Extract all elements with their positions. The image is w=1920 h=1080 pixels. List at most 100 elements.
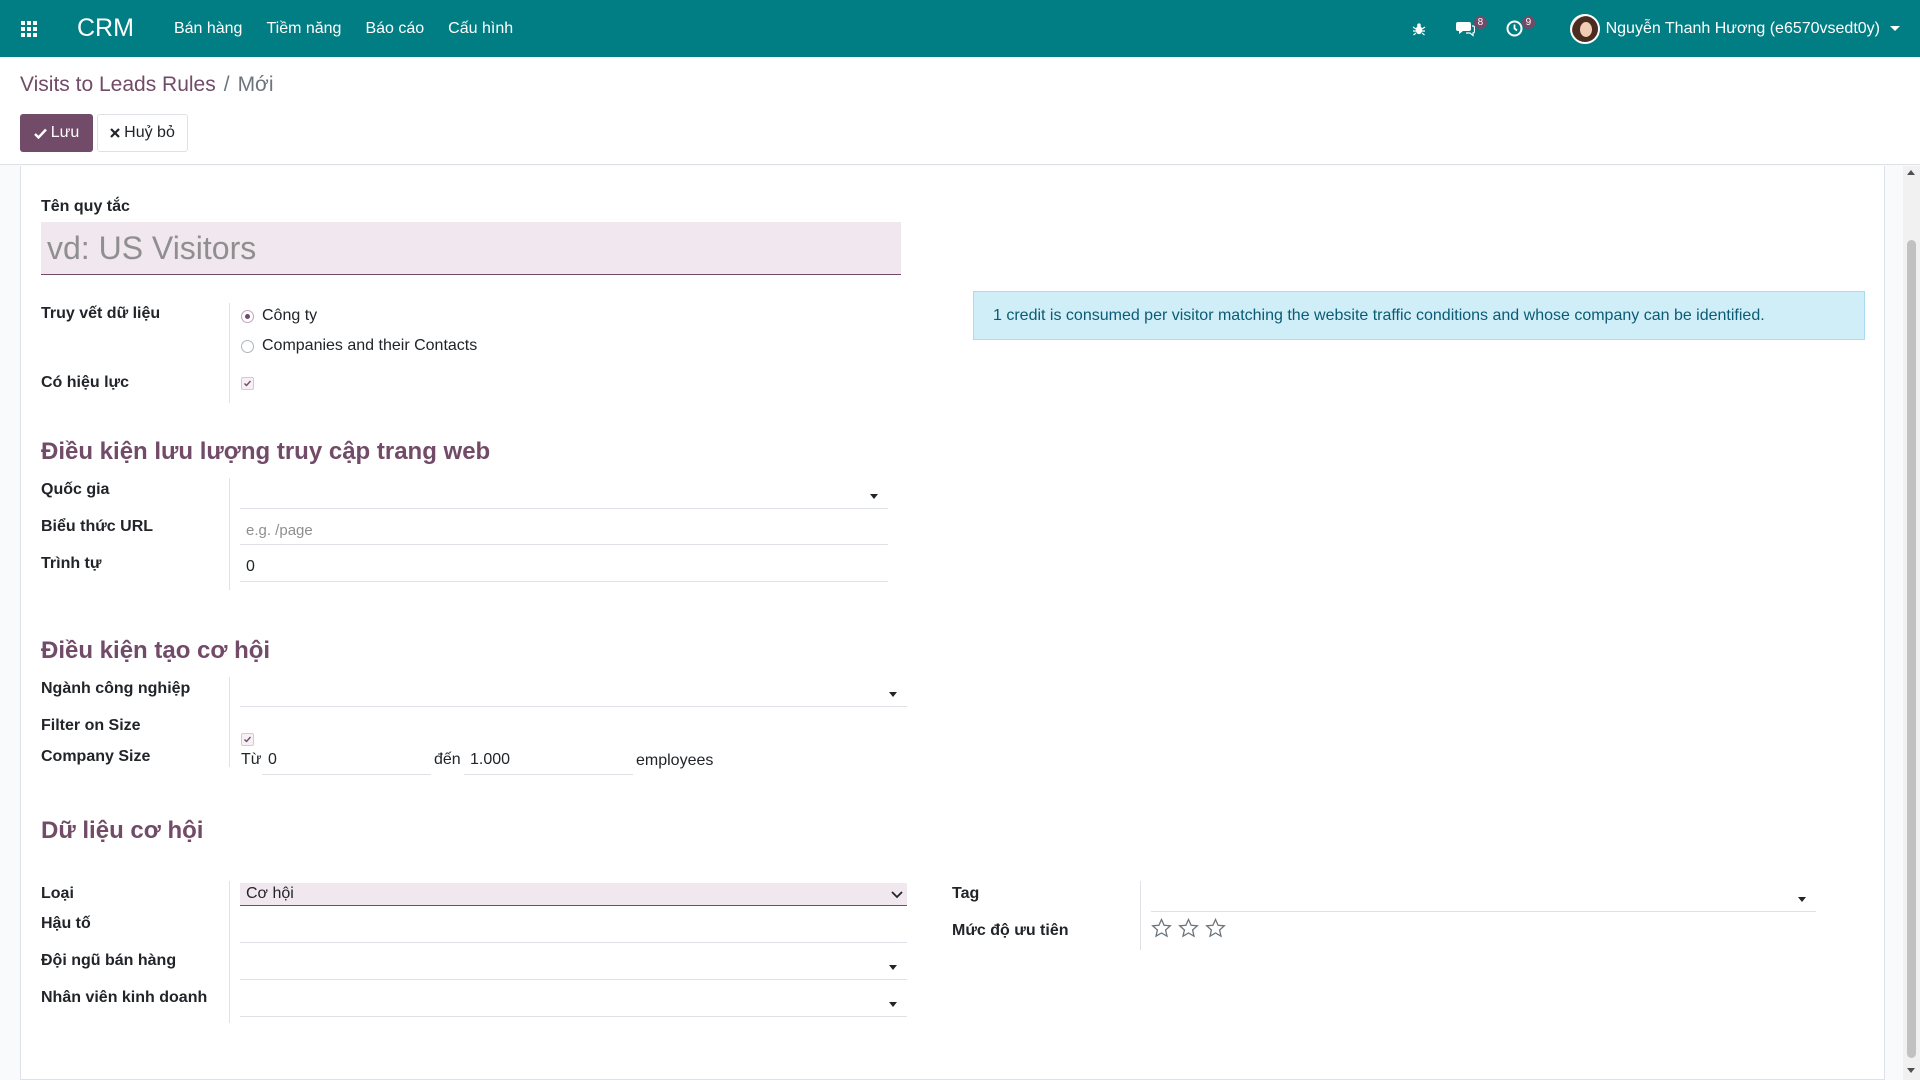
page-scrollbar[interactable] <box>1903 166 1920 1080</box>
industry-label: Ngành công nghiệp <box>41 680 191 697</box>
size-min-value: 0 <box>268 750 277 768</box>
chevron-down-icon <box>870 494 878 499</box>
messages-count-badge: 8 <box>1473 16 1488 29</box>
check-icon <box>244 736 252 743</box>
industry-select[interactable] <box>240 678 907 707</box>
size-to-label: đến <box>434 751 461 768</box>
sales-team-select[interactable] <box>240 950 907 980</box>
url-input[interactable]: e.g. /page <box>240 516 888 545</box>
apps-grid-icon <box>20 20 37 37</box>
filter-size-label: Filter on Size <box>41 717 141 734</box>
radio-option-company[interactable]: Công ty <box>241 307 317 325</box>
cancel-button-label: Huỷ bỏ <box>124 124 175 141</box>
check-icon <box>244 380 252 387</box>
type-label: Loại <box>41 885 74 902</box>
top-navbar: CRM Bán hàng Tiềm năng Báo cáo Cấu hình … <box>0 0 1920 57</box>
menu-cau-hinh[interactable]: Cấu hình <box>436 20 525 38</box>
label-divider <box>229 478 230 590</box>
size-max-value: 1.000 <box>470 750 511 768</box>
scroll-down-arrow[interactable] <box>1907 1068 1915 1073</box>
traffic-section-title: Điều kiện lưu lượng truy cập trang web <box>41 438 491 465</box>
priority-stars <box>1151 918 1232 938</box>
save-button[interactable]: Lưu <box>20 114 93 152</box>
control-panel: Visits to Leads Rules / Mới Lưu Huỷ bỏ <box>0 57 1920 165</box>
rule-name-input[interactable]: vd: US Visitors <box>41 222 901 275</box>
size-max-input[interactable]: 1.000 <box>464 745 633 775</box>
label-divider <box>1140 881 1141 950</box>
priority-label: Mức độ ưu tiên <box>952 922 1069 939</box>
size-from-label: Từ <box>241 751 262 768</box>
star-icon[interactable] <box>1178 918 1199 938</box>
scrollbar-thumb[interactable] <box>1907 240 1916 1058</box>
star-icon[interactable] <box>1205 918 1226 938</box>
rule-name-placeholder: vd: US Visitors <box>47 229 257 266</box>
clock-icon <box>1506 20 1523 37</box>
breadcrumb: Visits to Leads Rules / Mới <box>20 73 274 97</box>
sequence-input[interactable]: 0 <box>240 552 888 582</box>
user-name: Nguyễn Thanh Hương (e6570vsedt0y) <box>1605 19 1880 37</box>
sequence-label: Trình tự <box>41 555 102 572</box>
credit-info-alert: 1 credit is consumed per visitor matchin… <box>973 291 1865 340</box>
company-size-label: Company Size <box>41 748 151 765</box>
chevron-down-icon <box>1890 26 1900 31</box>
credit-info-text: 1 credit is consumed per visitor matchin… <box>993 306 1765 324</box>
label-divider <box>229 303 230 403</box>
radio-contacts-label: Companies and their Contacts <box>262 337 478 354</box>
type-select[interactable]: Cơ hội <box>240 883 907 906</box>
chevron-down-icon <box>891 891 903 899</box>
size-unit-label: employees <box>636 752 714 769</box>
chevron-down-icon <box>889 964 897 970</box>
radio-option-contacts[interactable]: Companies and their Contacts <box>241 337 477 355</box>
chat-icon <box>1455 22 1475 37</box>
url-placeholder: e.g. /page <box>246 521 313 539</box>
sequence-value: 0 <box>246 557 255 575</box>
breadcrumb-current: Mới <box>237 73 274 96</box>
radio-company[interactable] <box>241 309 254 323</box>
radio-contacts[interactable] <box>241 339 254 353</box>
chevron-down-icon <box>889 1001 897 1007</box>
avatar <box>1569 13 1600 44</box>
salesperson-label: Nhân viên kinh doanh <box>41 989 208 1006</box>
radio-company-label: Công ty <box>262 307 318 324</box>
activities-count-badge: 9 <box>1521 16 1536 29</box>
save-button-label: Lưu <box>50 124 80 141</box>
label-divider <box>229 677 230 767</box>
bug-icon <box>1412 22 1425 35</box>
active-label: Có hiệu lực <box>41 374 130 391</box>
url-label: Biểu thức URL <box>41 518 154 535</box>
country-select[interactable] <box>240 480 888 509</box>
type-value: Cơ hội <box>246 885 294 902</box>
sales-team-label: Đội ngũ bán hàng <box>41 952 177 969</box>
debug-button[interactable] <box>1412 0 1448 57</box>
menu-bao-cao[interactable]: Báo cáo <box>353 20 436 38</box>
country-label: Quốc gia <box>41 481 110 498</box>
suffix-label: Hậu tố <box>41 915 91 932</box>
chevron-down-icon <box>889 692 897 697</box>
star-icon[interactable] <box>1151 918 1172 938</box>
user-menu[interactable]: Nguyễn Thanh Hương (e6570vsedt0y) <box>1569 13 1900 44</box>
app-brand[interactable]: CRM <box>77 14 134 43</box>
suffix-input[interactable] <box>240 913 907 943</box>
scroll-up-arrow[interactable] <box>1907 170 1915 175</box>
salesperson-select[interactable] <box>240 987 907 1017</box>
menu-ban-hang[interactable]: Bán hàng <box>162 20 255 38</box>
check-icon <box>33 128 47 139</box>
activities-button[interactable]: 9 <box>1506 0 1556 57</box>
breadcrumb-separator: / <box>223 73 230 96</box>
tag-select[interactable] <box>1151 883 1816 912</box>
apps-menu-button[interactable] <box>0 0 57 57</box>
size-min-input[interactable]: 0 <box>262 745 431 775</box>
navbar-systray: 8 9 Nguyễn Thanh Hương (e6570vsedt0y) <box>1412 0 1920 57</box>
breadcrumb-parent[interactable]: Visits to Leads Rules <box>20 73 216 97</box>
active-checkbox[interactable] <box>241 377 254 390</box>
menu-tiem-nang[interactable]: Tiềm năng <box>254 20 353 38</box>
tracking-label: Truy vết dữ liệu <box>41 305 161 322</box>
cancel-button[interactable]: Huỷ bỏ <box>97 114 188 152</box>
opportunity-section-title: Điều kiện tạo cơ hội <box>41 637 271 664</box>
label-divider <box>229 881 230 1023</box>
chevron-down-icon <box>1798 897 1806 902</box>
tag-label: Tag <box>952 885 980 902</box>
messages-button[interactable]: 8 <box>1455 0 1506 57</box>
lead-data-section-title: Dữ liệu cơ hội <box>41 817 204 844</box>
filter-size-checkbox[interactable] <box>241 733 254 746</box>
